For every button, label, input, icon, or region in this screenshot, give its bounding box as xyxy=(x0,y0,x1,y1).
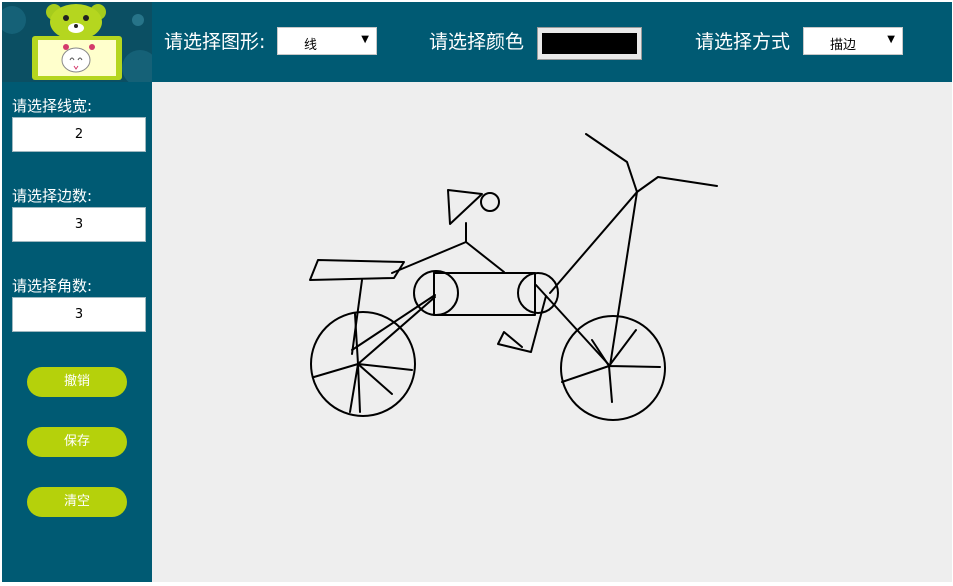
handlebars xyxy=(585,133,718,193)
line-width-label: 请选择线宽: xyxy=(12,97,93,115)
drawing-canvas[interactable] xyxy=(152,82,952,582)
color-picker[interactable] xyxy=(537,27,642,60)
save-button[interactable]: 保存 xyxy=(27,427,127,457)
mode-select[interactable]: 描边 ▼ xyxy=(803,27,903,55)
dropdown-arrow-icon: ▼ xyxy=(887,34,895,45)
top-toolbar: 请选择图形: 线 ▼ 请选择颜色 请选择方式 描边 ▼ xyxy=(2,2,952,82)
bear-logo-icon xyxy=(2,2,152,82)
rear-stays xyxy=(351,294,436,365)
crank-circle-left xyxy=(413,270,459,316)
mode-select-value: 描边 xyxy=(830,38,857,53)
color-label: 请选择颜色 xyxy=(429,31,525,53)
angles-label: 请选择角数: xyxy=(12,277,93,295)
sidebar: 请选择线宽: 2 请选择边数: 3 请选择角数: 3 撤销 保存 清空 xyxy=(2,82,152,582)
drawing-app: 请选择图形: 线 ▼ 请选择颜色 请选择方式 描边 ▼ 请选择线宽: 2 请选择… xyxy=(2,2,952,582)
bear-logo xyxy=(2,2,152,82)
line-width-input[interactable]: 2 xyxy=(12,117,146,152)
frame-body xyxy=(433,272,536,316)
bicycle-drawing xyxy=(309,133,718,421)
bike-seat xyxy=(309,259,405,281)
shape-label: 请选择图形: xyxy=(164,31,266,53)
lamp-body xyxy=(447,189,483,225)
undo-button[interactable]: 撤销 xyxy=(27,367,127,397)
crank-circle-right xyxy=(517,272,559,314)
sides-input[interactable]: 3 xyxy=(12,207,146,242)
sides-label: 请选择边数: xyxy=(12,187,93,205)
top-tube xyxy=(391,241,505,274)
angles-input[interactable]: 3 xyxy=(12,297,146,332)
dropdown-arrow-icon: ▼ xyxy=(361,34,369,45)
color-swatch-fill xyxy=(542,33,637,54)
mode-label: 请选择方式 xyxy=(695,31,791,53)
lamp-circle xyxy=(480,192,500,212)
shape-select[interactable]: 线 ▼ xyxy=(277,27,377,55)
clear-button[interactable]: 清空 xyxy=(27,487,127,517)
shape-select-value: 线 xyxy=(304,38,318,53)
front-wheel xyxy=(560,315,666,421)
